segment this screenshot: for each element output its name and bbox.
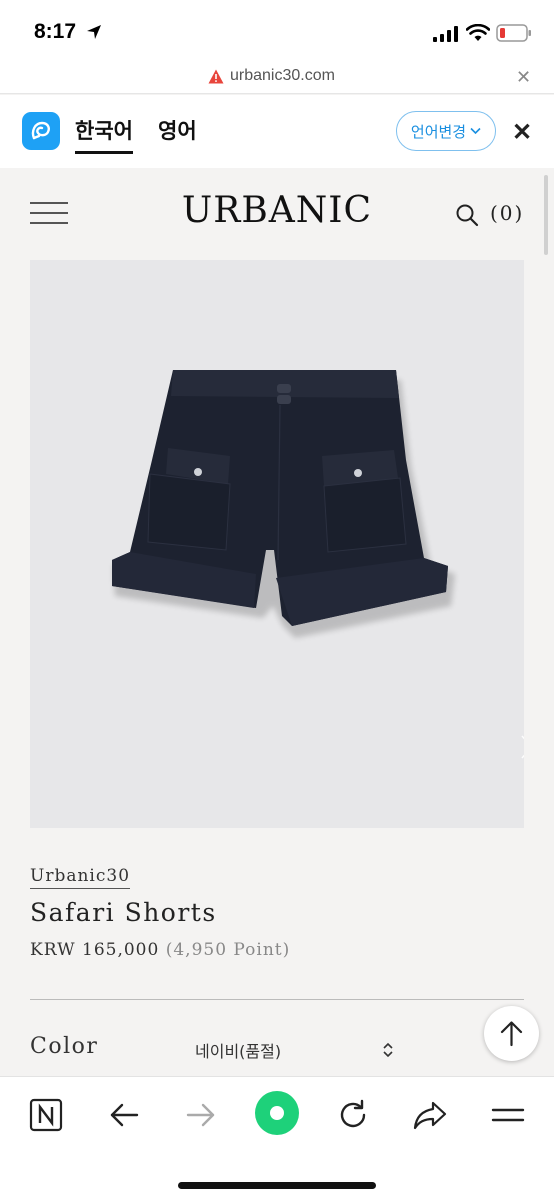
cellular-signal-icon (433, 26, 458, 42)
wifi-icon (466, 24, 490, 41)
home-indicator[interactable] (178, 1182, 376, 1189)
product-price: KRW 165,000 (30, 940, 160, 960)
battery-low-icon (496, 24, 531, 42)
select-updown-icon[interactable] (382, 1042, 394, 1058)
arrow-up-icon (500, 1021, 523, 1047)
product-name: Safari Shorts (30, 898, 217, 927)
translate-bar: 한국어 영어 언어변경 ✕ (0, 95, 554, 168)
close-translate-icon[interactable]: ✕ (512, 118, 532, 147)
url-bar[interactable]: urbanic30.com ✕ (0, 64, 554, 94)
next-image-arrow-icon[interactable] (520, 734, 524, 760)
product-price-row: KRW 165,000 (4,950 Point) (30, 940, 290, 960)
papago-icon (22, 112, 60, 150)
share-icon[interactable] (410, 1095, 450, 1135)
product-image[interactable] (30, 260, 524, 828)
forward-arrow-icon[interactable] (181, 1095, 221, 1135)
warning-icon (208, 69, 224, 84)
change-language-label: 언어변경 (410, 122, 467, 141)
url-text[interactable]: urbanic30.com (230, 67, 335, 85)
cart-count[interactable]: (0) (490, 201, 524, 225)
color-select[interactable]: 네이비(품절) (195, 1038, 281, 1062)
tab-target-language[interactable]: 영어 (158, 115, 197, 145)
color-label: Color (30, 1034, 99, 1059)
change-language-button[interactable]: 언어변경 (396, 111, 496, 151)
status-time: 8:17 (34, 20, 77, 43)
tab-source-language[interactable]: 한국어 (75, 115, 133, 154)
chevron-down-icon (470, 127, 481, 135)
scroll-to-top-button[interactable] (484, 1006, 539, 1061)
divider (30, 999, 524, 1000)
menu-icon[interactable] (488, 1095, 528, 1135)
product-points: (4,950 Point) (165, 940, 291, 960)
product-brand-link[interactable]: Urbanic30 (30, 866, 131, 889)
page-scrollbar[interactable] (544, 175, 548, 255)
url-close-icon[interactable]: ✕ (516, 67, 531, 88)
back-arrow-icon[interactable] (104, 1095, 144, 1135)
reload-icon[interactable] (333, 1095, 373, 1135)
location-arrow-icon (87, 25, 101, 39)
search-icon[interactable] (455, 203, 479, 227)
status-bar: 8:17 (0, 0, 554, 64)
green-home-icon[interactable] (255, 1091, 299, 1135)
shorts-image (112, 370, 455, 638)
naver-n-icon[interactable] (26, 1095, 66, 1135)
